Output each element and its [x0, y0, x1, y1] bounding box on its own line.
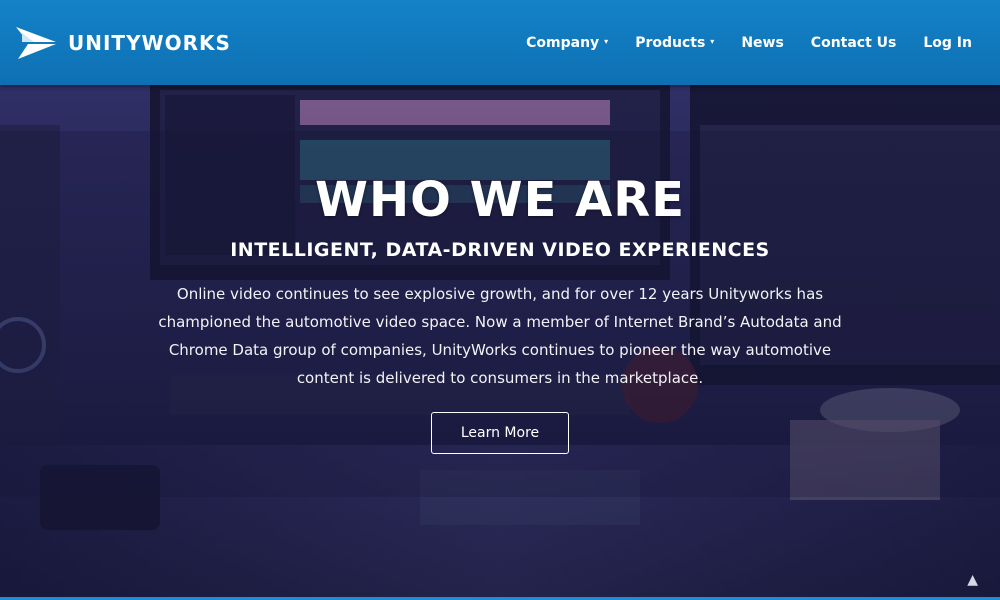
learn-more-button[interactable]: Learn More: [431, 412, 569, 454]
nav-item-log-in[interactable]: Log In: [923, 35, 972, 51]
brand-logo-link[interactable]: UNITYWORKS: [14, 25, 231, 61]
nav-item-label: Contact Us: [810, 34, 897, 51]
unityworks-wing-logo-icon: [16, 26, 56, 59]
hero-content: WHO WE ARE INTELLIGENT, DATA-DRIVEN VIDE…: [0, 170, 1000, 454]
site-header: UNITYWORKS Company ▾ Products ▾ News Con…: [0, 0, 1000, 85]
main-nav: Company ▾ Products ▾ News Contact Us Log…: [526, 35, 972, 51]
chevron-down-icon: ▾: [710, 36, 715, 46]
scroll-to-top-icon[interactable]: ▲: [967, 572, 978, 588]
hero-description: Online video continues to see explosive …: [158, 285, 842, 387]
hero-section: WHO WE ARE INTELLIGENT, DATA-DRIVEN VIDE…: [0, 85, 1000, 600]
nav-item-label: News: [741, 34, 784, 51]
nav-item-label: Log In: [923, 34, 972, 51]
nav-item-label: Products: [635, 34, 706, 51]
nav-item-label: Company: [526, 34, 600, 51]
hero-subtitle: INTELLIGENT, DATA-DRIVEN VIDEO EXPERIENC…: [230, 239, 770, 261]
brand-name: UNITYWORKS: [68, 30, 231, 55]
nav-item-company[interactable]: Company ▾: [526, 35, 608, 51]
chevron-down-icon: ▾: [604, 36, 609, 46]
nav-item-news[interactable]: News: [741, 35, 783, 51]
hero-title: WHO WE ARE: [315, 172, 685, 228]
nav-item-contact-us[interactable]: Contact Us: [811, 35, 897, 51]
nav-item-products[interactable]: Products ▾: [635, 35, 714, 51]
